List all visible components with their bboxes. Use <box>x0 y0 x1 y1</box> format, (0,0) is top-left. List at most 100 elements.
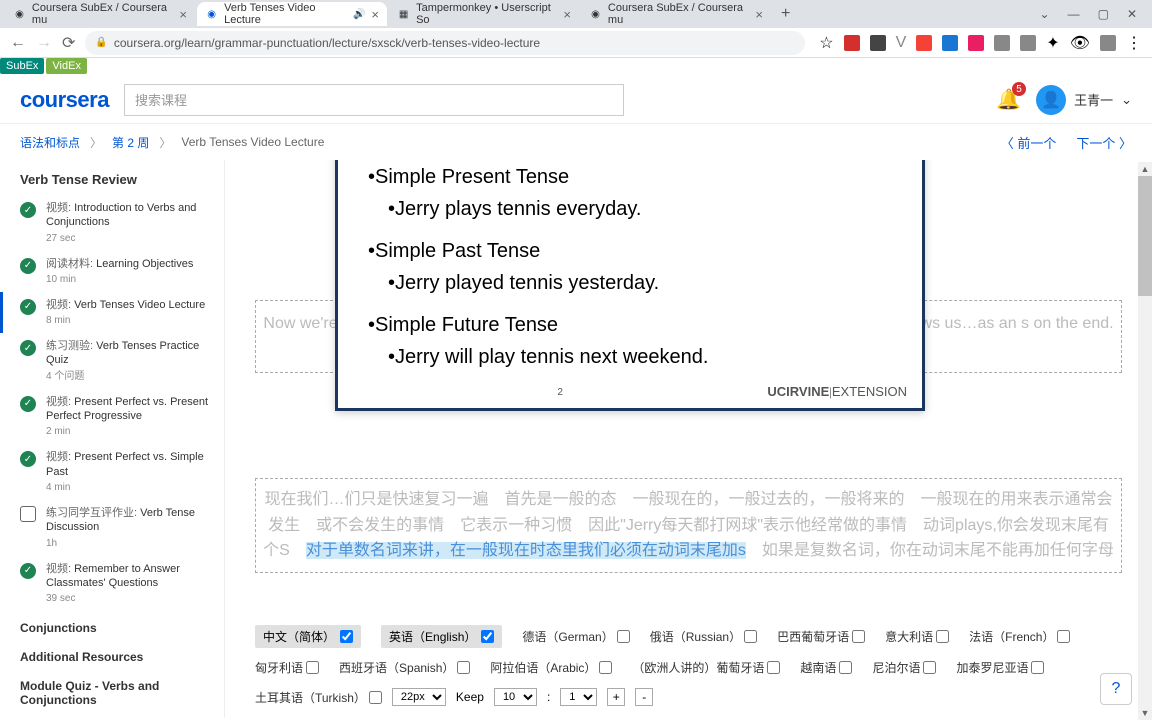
language-row-2: 匈牙利语 西班牙语（Spanish） 阿拉伯语（Arabic） （欧洲人讲的）葡萄牙语… <box>255 659 1122 676</box>
video-slide[interactable]: Simple Tenses •Simple Present Tense •Jer… <box>335 160 925 411</box>
lang-option[interactable]: 英语（English） <box>381 625 502 648</box>
sidebar[interactable]: Verb Tense Review ✓视频: Introduction to V… <box>0 160 225 718</box>
close-icon[interactable]: × <box>371 7 379 22</box>
ext-icon[interactable] <box>942 35 958 51</box>
crumb-course[interactable]: 语法和标点 <box>20 134 80 151</box>
tab-3[interactable]: ◉Coursera SubEx / Coursera mu× <box>581 2 771 26</box>
lang-checkbox[interactable] <box>767 661 780 674</box>
language-row-1: 中文（简体） 英语（English） 德语（German） 俄语（Russian） 巴西… <box>255 625 1122 648</box>
window-close-button[interactable]: ✕ <box>1127 7 1137 21</box>
lang-option[interactable]: （欧洲人讲的）葡萄牙语 <box>632 659 780 676</box>
help-button[interactable]: ? <box>1100 673 1132 705</box>
lang-checkbox[interactable] <box>744 630 757 643</box>
scrollbar[interactable]: ▲ ▼ <box>1138 162 1152 720</box>
scroll-down-icon[interactable]: ▼ <box>1138 706 1152 720</box>
sidebar-item[interactable]: ✓视频: Present Perfect vs. Simple Past4 mi… <box>0 444 219 500</box>
lang-option[interactable]: 阿拉伯语（Arabic） <box>490 659 612 676</box>
search-input[interactable]: 搜索课程 <box>124 84 624 116</box>
lang-option[interactable]: 法语（French） <box>969 628 1070 645</box>
scroll-up-icon[interactable]: ▲ <box>1138 162 1152 176</box>
sidebar-item[interactable]: ✓阅读材料: Learning Objectives10 min <box>0 251 219 292</box>
tab-2[interactable]: ▦Tampermonkey • Userscript So× <box>389 2 579 26</box>
lang-option[interactable]: 加泰罗尼亚语 <box>956 659 1044 676</box>
lang-option[interactable]: 尼泊尔语 <box>872 659 936 676</box>
notifications-icon[interactable]: 🔔5 <box>996 87 1021 112</box>
new-tab-button[interactable]: + <box>773 5 798 23</box>
close-icon[interactable]: × <box>179 7 187 22</box>
chevron-right-icon: 〉 <box>159 134 171 151</box>
tab-1[interactable]: ◉Verb Tenses Video Lecture🔊× <box>197 2 387 26</box>
lang-checkbox[interactable] <box>306 661 319 674</box>
coursera-logo[interactable]: coursera <box>20 87 109 113</box>
ext-icon[interactable] <box>916 35 932 51</box>
chevron-down-icon[interactable]: ⌄ <box>1040 7 1050 21</box>
ext-icon[interactable] <box>870 35 886 51</box>
lang-option[interactable]: 越南语 <box>800 659 852 676</box>
sidebar-item[interactable]: ✓练习测验: Verb Tenses Practice Quiz4 个问题 <box>0 333 219 389</box>
lang-checkbox[interactable] <box>481 630 494 643</box>
crumb-week[interactable]: 第 2 周 <box>112 134 149 151</box>
lang-checkbox[interactable] <box>839 661 852 674</box>
lang-checkbox[interactable] <box>617 630 630 643</box>
sidebar-section[interactable]: Conjunctions <box>0 611 219 640</box>
close-icon[interactable]: × <box>563 7 571 22</box>
menu-icon[interactable]: ⋮ <box>1126 33 1142 53</box>
sidebar-item-text: 练习同学互评作业: Verb Tense Discussion1h <box>46 506 209 550</box>
ext-icon[interactable]: V <box>896 34 907 52</box>
lang-option[interactable]: 意大利语 <box>885 628 949 645</box>
lang-checkbox[interactable] <box>369 691 382 704</box>
lang-checkbox[interactable] <box>1031 661 1044 674</box>
lang-option[interactable]: 匈牙利语 <box>255 659 319 676</box>
minimize-button[interactable]: — <box>1068 7 1080 21</box>
ext-icon[interactable] <box>968 35 984 51</box>
sidebar-item[interactable]: ✓视频: Remember to Answer Classmates' Ques… <box>0 556 219 612</box>
highlighted-subtitle: 对于单数名词来讲，在一般现在时态里我们必须在动词末尾加s <box>306 542 746 559</box>
lang-checkbox[interactable] <box>340 630 353 643</box>
ext-icon[interactable] <box>1100 35 1116 51</box>
subex-badge[interactable]: SubEx <box>0 58 44 74</box>
close-icon[interactable]: × <box>755 7 763 22</box>
sidebar-section[interactable]: Module Quiz - Verbs and Conjunctions <box>0 669 219 712</box>
star-icon[interactable]: ☆ <box>819 33 833 53</box>
lang-checkbox[interactable] <box>599 661 612 674</box>
lang-checkbox[interactable] <box>457 661 470 674</box>
url-input[interactable]: 🔒 coursera.org/learn/grammar-punctuation… <box>85 31 805 55</box>
scroll-thumb[interactable] <box>1138 176 1152 296</box>
reload-button[interactable]: ⟳ <box>62 33 75 53</box>
sidebar-item[interactable]: ✓视频: Verb Tenses Video Lecture8 min <box>0 292 219 333</box>
keep-2-select[interactable]: 1 <box>560 688 597 706</box>
ext-icon[interactable] <box>994 35 1010 51</box>
user-menu[interactable]: 👤 王青一 ⌄ <box>1036 85 1132 115</box>
ext-icon[interactable] <box>844 35 860 51</box>
extensions-icon[interactable]: ✦ <box>1046 33 1059 53</box>
lang-checkbox[interactable] <box>923 661 936 674</box>
lang-option[interactable]: 俄语（Russian） <box>650 628 757 645</box>
lang-checkbox[interactable] <box>852 630 865 643</box>
sidebar-section[interactable]: Additional Resources <box>0 640 219 669</box>
maximize-button[interactable]: ▢ <box>1098 7 1109 21</box>
sidebar-item[interactable]: ✓视频: Present Perfect vs. Present Perfect… <box>0 389 219 445</box>
forward-button[interactable]: → <box>36 34 52 52</box>
lang-option[interactable]: 德语（German） <box>522 628 629 645</box>
lang-checkbox[interactable] <box>936 630 949 643</box>
back-button[interactable]: ← <box>10 34 26 52</box>
plus-button[interactable]: + <box>607 688 625 706</box>
ext-icon[interactable]: 👁 <box>1070 33 1090 53</box>
ext-icon[interactable] <box>1020 35 1036 51</box>
tab-title: Verb Tenses Video Lecture <box>224 2 347 26</box>
tab-0[interactable]: ◉Coursera SubEx / Coursera mu× <box>5 2 195 26</box>
lang-option[interactable]: 中文（简体） <box>255 625 361 648</box>
font-size-select[interactable]: 22px <box>392 688 446 706</box>
keep-1-select[interactable]: 10 <box>494 688 537 706</box>
sidebar-item[interactable]: ✓视频: Introduction to Verbs and Conjuncti… <box>0 195 219 251</box>
lang-checkbox[interactable] <box>1057 630 1070 643</box>
prev-button[interactable]: 〈 前一个 <box>1001 133 1057 152</box>
lang-option[interactable]: 西班牙语（Spanish） <box>339 659 470 676</box>
sidebar-item[interactable]: 练习同学互评作业: Verb Tense Discussion1h <box>0 500 219 556</box>
videx-badge[interactable]: VidEx <box>46 58 87 74</box>
next-button[interactable]: 下一个 〉 <box>1076 133 1132 152</box>
sidebar-item-text: 视频: Introduction to Verbs and Conjunctio… <box>46 201 209 245</box>
transcript-chinese[interactable]: 现在我们…们只是快速复习一遍 首先是一般的态 一般现在的，一般过去的，一般将来的… <box>255 478 1122 573</box>
lang-option[interactable]: 巴西葡萄牙语 <box>777 628 865 645</box>
minus-button[interactable]: - <box>635 688 653 706</box>
